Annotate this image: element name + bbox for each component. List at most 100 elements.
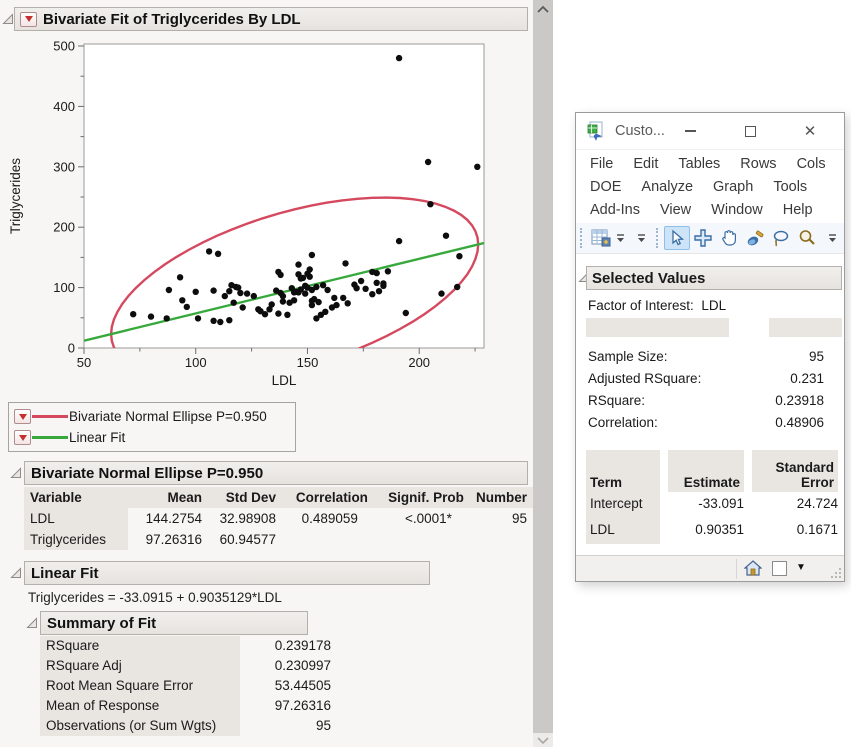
resize-grip[interactable] bbox=[830, 567, 842, 579]
toolbar-overflow-button[interactable] bbox=[826, 227, 839, 249]
toolbar-overflow-icon bbox=[616, 234, 625, 243]
scatter-plot[interactable]: 501001502000100200300400500LDLTriglyceri… bbox=[0, 37, 533, 393]
toolbar-overflow-button[interactable] bbox=[614, 227, 627, 249]
legend-row-linear-fit: Linear Fit bbox=[14, 427, 295, 448]
cell-std-error: 0.1671 bbox=[752, 518, 838, 544]
disclosure-triangle-icon[interactable] bbox=[10, 567, 22, 579]
selected-values-bar[interactable]: Selected Values bbox=[586, 266, 842, 290]
selection-tool-button[interactable] bbox=[690, 226, 716, 250]
legend-label: Linear Fit bbox=[69, 430, 125, 445]
fit-equation: Triglycerides = -33.0915 + 0.9035129*LDL bbox=[28, 590, 282, 605]
menu-row: Add-Ins View Window Help bbox=[580, 198, 844, 221]
scroll-up-button[interactable] bbox=[533, 0, 553, 17]
fat-cross-icon bbox=[693, 228, 713, 248]
menu-rows[interactable]: Rows bbox=[730, 154, 786, 174]
cell-estimate: -33.091 bbox=[668, 492, 744, 518]
stat-value: 53.44505 bbox=[240, 676, 335, 696]
home-icon[interactable] bbox=[744, 560, 762, 576]
summary-row: Mean of Response97.26316 bbox=[40, 696, 335, 716]
stat-label: Mean of Response bbox=[40, 696, 240, 716]
maximize-icon bbox=[745, 126, 756, 137]
toolbar-overflow-button[interactable] bbox=[635, 227, 648, 249]
menu-help[interactable]: Help bbox=[773, 200, 823, 220]
menu-cols[interactable]: Cols bbox=[787, 154, 836, 174]
red-triangle-menu-button[interactable] bbox=[14, 409, 31, 424]
menu-bar: File Edit Tables Rows Cols DOE Analyze G… bbox=[576, 150, 844, 223]
menu-graph[interactable]: Graph bbox=[703, 177, 763, 197]
stat-label: Root Mean Square Error bbox=[40, 676, 240, 696]
red-triangle-menu-button[interactable] bbox=[20, 12, 37, 27]
summary-of-fit-table: RSquare0.239178 RSquare Adj0.230997 Root… bbox=[40, 636, 335, 736]
disclosure-triangle-icon[interactable] bbox=[26, 617, 38, 629]
minimize-icon bbox=[685, 130, 696, 132]
toolbar-grip[interactable] bbox=[580, 228, 585, 248]
legend-row-ellipse: Bivariate Normal Ellipse P=0.950 bbox=[14, 406, 295, 427]
menu-add-ins[interactable]: Add-Ins bbox=[580, 200, 650, 220]
window-state-checkbox[interactable] bbox=[772, 561, 787, 576]
menu-doe[interactable]: DOE bbox=[580, 177, 631, 197]
disclosure-triangle-icon[interactable] bbox=[2, 13, 14, 25]
jmp-journal-icon[interactable] bbox=[586, 121, 606, 141]
fit-legend: Bivariate Normal Ellipse P=0.950 Linear … bbox=[8, 402, 296, 452]
toolbar-grip[interactable] bbox=[656, 228, 661, 248]
summary-row: Observations (or Sum Wgts)95 bbox=[40, 716, 335, 736]
summary-of-fit-title: Summary of Fit bbox=[41, 615, 156, 632]
stat-label: RSquare Adj bbox=[40, 656, 240, 676]
statusbar-separator bbox=[736, 559, 737, 579]
menu-tools[interactable]: Tools bbox=[763, 177, 817, 197]
table-row: LDL 144.2754 32.98908 0.489059 <.0001* 9… bbox=[24, 508, 533, 529]
red-triangle-menu-button[interactable] bbox=[14, 430, 31, 445]
pointer-cursor-icon bbox=[668, 229, 686, 247]
cell-variable: Triglycerides bbox=[24, 529, 128, 550]
cell-correlation: 0.489059 bbox=[282, 508, 374, 529]
stat-label: Adjusted RSquare: bbox=[588, 368, 734, 390]
factor-of-interest: Factor of Interest: LDL bbox=[588, 298, 726, 313]
linear-fit-line-swatch bbox=[32, 436, 68, 439]
menu-file[interactable]: File bbox=[580, 154, 623, 174]
stat-row: RSquare:0.23918 bbox=[588, 390, 824, 412]
brush-tool-button[interactable] bbox=[742, 226, 768, 250]
stat-label: RSquare bbox=[40, 636, 240, 656]
value-well-left[interactable] bbox=[586, 318, 729, 337]
svg-text:300: 300 bbox=[53, 159, 75, 174]
cell-number: 95 bbox=[470, 508, 533, 529]
ellipse-section-bar[interactable]: Bivariate Normal Ellipse P=0.950 bbox=[24, 461, 528, 485]
pointer-tool-button[interactable] bbox=[664, 226, 690, 250]
menu-edit[interactable]: Edit bbox=[623, 154, 668, 174]
linear-fit-title: Linear Fit bbox=[25, 565, 99, 582]
menu-tables[interactable]: Tables bbox=[668, 154, 730, 174]
stat-row: Adjusted RSquare:0.231 bbox=[588, 368, 824, 390]
report-title-bar[interactable]: Bivariate Fit of Triglycerides By LDL bbox=[14, 7, 528, 31]
menu-analyze[interactable]: Analyze bbox=[631, 177, 703, 197]
maximize-button[interactable] bbox=[733, 113, 767, 149]
svg-text:100: 100 bbox=[53, 280, 75, 295]
factor-value: LDL bbox=[701, 298, 726, 313]
stat-value: 97.26316 bbox=[240, 696, 335, 716]
linear-fit-section-bar[interactable]: Linear Fit bbox=[24, 561, 430, 585]
col-header: Correlation bbox=[282, 487, 374, 508]
col-header: Mean bbox=[128, 487, 208, 508]
menu-view[interactable]: View bbox=[650, 200, 701, 220]
table-row: Triglycerides 97.26316 60.94577 bbox=[24, 529, 533, 550]
statusbar-dropdown-icon[interactable]: ▼ bbox=[796, 562, 806, 573]
disclosure-triangle-icon[interactable] bbox=[10, 467, 22, 479]
vertical-scrollbar[interactable] bbox=[533, 0, 553, 747]
stat-value: 0.231 bbox=[734, 368, 824, 390]
close-button[interactable]: ✕ bbox=[793, 113, 827, 149]
col-header: Variable bbox=[24, 487, 128, 508]
value-well-right[interactable] bbox=[769, 318, 842, 337]
stat-value: 0.48906 bbox=[734, 412, 824, 434]
summary-of-fit-bar[interactable]: Summary of Fit bbox=[40, 611, 308, 635]
cell-stddev: 32.98908 bbox=[208, 508, 282, 529]
ellipse-section-title: Bivariate Normal Ellipse P=0.950 bbox=[25, 465, 263, 482]
minimize-button[interactable] bbox=[673, 113, 707, 149]
grabber-tool-button[interactable] bbox=[716, 226, 742, 250]
toolbar-overflow-icon bbox=[637, 234, 646, 243]
menu-window[interactable]: Window bbox=[701, 200, 773, 220]
scroll-down-button[interactable] bbox=[533, 733, 553, 747]
window-title-bar[interactable]: Custo... ✕ bbox=[576, 113, 844, 150]
zoom-tool-button[interactable] bbox=[794, 226, 820, 250]
new-data-table-icon bbox=[590, 228, 612, 248]
new-data-table-button[interactable] bbox=[588, 226, 614, 250]
lasso-tool-button[interactable] bbox=[768, 226, 794, 250]
